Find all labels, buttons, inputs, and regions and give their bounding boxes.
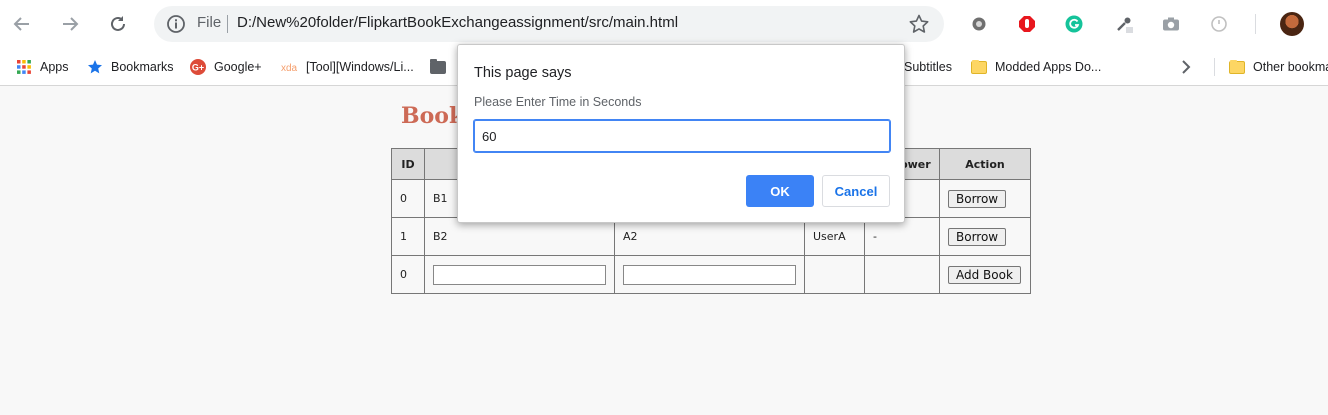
bookmark-modded-apps[interactable]: Modded Apps Do... bbox=[971, 58, 1101, 76]
cell-id: 0 bbox=[391, 255, 425, 294]
xda-icon: xda bbox=[281, 59, 299, 75]
bookmark-apps[interactable]: Apps bbox=[16, 58, 69, 76]
svg-text:G+: G+ bbox=[192, 63, 204, 73]
cell-name: B2 bbox=[424, 217, 615, 256]
toolbar-divider bbox=[1255, 14, 1256, 34]
camera-icon[interactable] bbox=[1160, 13, 1182, 35]
google-plus-icon: G+ bbox=[190, 59, 206, 75]
back-button[interactable] bbox=[8, 10, 36, 38]
bookmarks-overflow-button[interactable] bbox=[1180, 58, 1192, 76]
bookmark-subtitles[interactable]: Subtitles bbox=[904, 58, 952, 76]
browser-toolbar: File D:/New%20folder/FlipkartBookExchang… bbox=[0, 0, 1328, 48]
cell-new-name bbox=[424, 255, 615, 294]
star-icon bbox=[87, 59, 103, 75]
cell-author: A2 bbox=[614, 217, 805, 256]
bookmark-label: [Tool][Windows/Li... bbox=[306, 60, 414, 74]
reload-icon bbox=[111, 16, 125, 31]
bookmark-bookmarks[interactable]: Bookmarks bbox=[87, 58, 174, 76]
header-action: Action bbox=[939, 148, 1031, 180]
bookmarks-divider bbox=[1214, 58, 1215, 76]
bookmark-label: Google+ bbox=[214, 60, 262, 74]
dialog-title: This page says bbox=[474, 65, 572, 81]
bookmark-star-icon[interactable] bbox=[908, 13, 930, 35]
bookmark-label: Subtitles bbox=[904, 60, 952, 74]
folder-icon bbox=[1229, 59, 1245, 75]
address-separator bbox=[227, 15, 228, 33]
dialog-input[interactable] bbox=[473, 119, 891, 153]
reload-button[interactable] bbox=[104, 10, 132, 38]
url-text[interactable]: D:/New%20folder/FlipkartBookExchangeassi… bbox=[237, 14, 678, 31]
grammarly-icon[interactable] bbox=[1063, 13, 1085, 35]
cell-new-author bbox=[614, 255, 805, 294]
page-title: Book bbox=[401, 103, 465, 129]
apps-grid-icon bbox=[16, 59, 32, 75]
cell-id: 1 bbox=[391, 217, 425, 256]
folder-icon bbox=[430, 58, 446, 75]
cell-borrower: - bbox=[864, 217, 940, 256]
extension-circle-icon[interactable] bbox=[968, 13, 990, 35]
bookmark-label: Bookmarks bbox=[111, 60, 174, 74]
add-book-button[interactable]: Add Book bbox=[948, 265, 1021, 284]
chevron-right-icon bbox=[1182, 60, 1191, 74]
bookmark-label: Apps bbox=[40, 60, 69, 74]
cell-action: Borrow bbox=[939, 179, 1031, 218]
bookmark-folder-hidden[interactable] bbox=[430, 58, 454, 76]
forward-arrow-icon bbox=[63, 17, 79, 31]
forward-button[interactable] bbox=[56, 10, 84, 38]
cancel-button[interactable]: Cancel bbox=[822, 175, 890, 207]
table-row: 1 B2 A2 UserA - Borrow bbox=[391, 217, 1031, 256]
bookmark-other-bookmarks[interactable]: Other bookmarks bbox=[1229, 58, 1328, 76]
bookmark-xda-tool[interactable]: xda [Tool][Windows/Li... bbox=[281, 58, 414, 76]
file-scheme-label: File bbox=[197, 14, 222, 31]
info-icon[interactable] bbox=[166, 14, 186, 34]
borrow-button[interactable]: Borrow bbox=[948, 227, 1007, 246]
cell-action: Add Book bbox=[939, 255, 1031, 294]
cell-empty bbox=[864, 255, 940, 294]
adblock-icon[interactable] bbox=[1016, 13, 1038, 35]
header-id: ID bbox=[391, 148, 425, 180]
new-book-row: 0 Add Book bbox=[391, 255, 1031, 294]
book-author-input[interactable] bbox=[623, 264, 796, 285]
cell-id: 0 bbox=[391, 179, 425, 218]
ok-button[interactable]: OK bbox=[746, 175, 814, 207]
borrow-button[interactable]: Borrow bbox=[948, 189, 1007, 208]
svg-text:xda: xda bbox=[281, 63, 298, 73]
back-arrow-icon bbox=[13, 17, 29, 31]
cell-owner: UserA bbox=[804, 217, 865, 256]
folder-icon bbox=[971, 59, 987, 75]
bookmark-label: Other bookmarks bbox=[1253, 60, 1328, 74]
profile-avatar[interactable] bbox=[1280, 12, 1304, 36]
address-bar[interactable]: File D:/New%20folder/FlipkartBookExchang… bbox=[154, 6, 944, 42]
prompt-dialog: This page says Please Enter Time in Seco… bbox=[457, 44, 905, 223]
book-name-input[interactable] bbox=[433, 264, 606, 285]
cell-action: Borrow bbox=[939, 217, 1031, 256]
cell-empty bbox=[804, 255, 865, 294]
eyedropper-icon[interactable] bbox=[1113, 13, 1135, 35]
timer-icon[interactable] bbox=[1208, 13, 1230, 35]
bookmark-google-plus[interactable]: G+ Google+ bbox=[190, 58, 262, 76]
bookmark-label: Modded Apps Do... bbox=[995, 60, 1102, 74]
dialog-message: Please Enter Time in Seconds bbox=[474, 95, 642, 109]
